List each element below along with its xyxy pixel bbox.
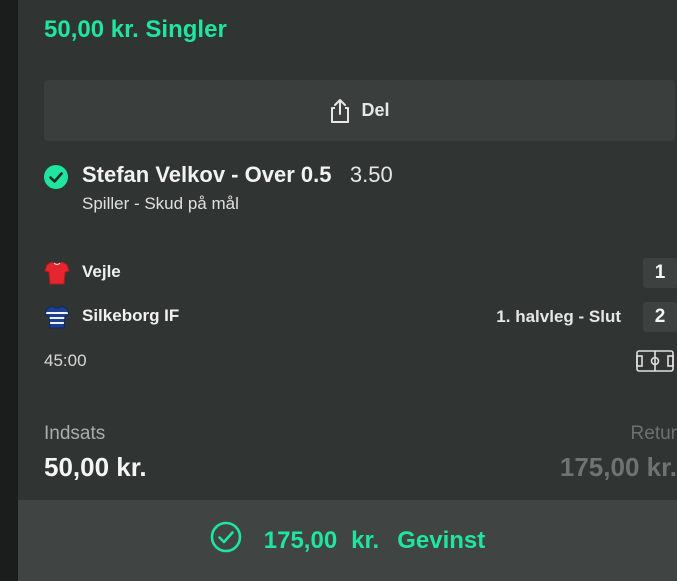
share-button[interactable]: Del	[44, 80, 675, 141]
win-currency: kr.	[351, 526, 380, 554]
selection-odds: 3.50	[349, 162, 393, 187]
away-team-name: Silkeborg IF	[82, 306, 180, 325]
home-score: 1	[643, 258, 677, 288]
check-circle-icon	[44, 165, 68, 189]
selection-market: Spiller - Skud på mål	[82, 194, 239, 213]
check-circle-outline-icon	[210, 521, 242, 560]
return-label: Retur	[630, 423, 677, 444]
away-score: 2	[643, 302, 677, 332]
stake-value: 50,00 kr.	[44, 452, 147, 482]
match-clock: 45:00	[44, 351, 87, 370]
left-edge	[0, 0, 18, 581]
stake-label: Indsats	[44, 423, 106, 444]
selection-name: Stefan Velkov - Over 0.5	[82, 162, 332, 187]
share-icon	[329, 98, 351, 124]
red-shirt-icon	[44, 260, 70, 286]
bet-title: 50,00 kr. Singler	[44, 16, 227, 43]
win-bar: 175,00 kr. Gevinst	[18, 500, 677, 581]
win-label: Gevinst	[397, 526, 486, 554]
bet-card: 50,00 kr. Singler Del Stefan Velkov - Ov…	[18, 0, 677, 581]
team-row-home: Vejle 1	[44, 258, 677, 288]
blue-striped-shirt-icon	[44, 304, 70, 330]
return-value: 175,00 kr.	[559, 452, 677, 482]
home-team-name: Vejle	[82, 262, 121, 281]
pitch-icon[interactable]	[636, 350, 674, 372]
match-period: 1. halvleg - Slut	[496, 307, 621, 326]
selection-header: Stefan Velkov - Over 0.5 3.50	[82, 162, 393, 188]
win-amount: 175,00	[263, 526, 338, 554]
team-row-away: Silkeborg IF 1. halvleg - Slut 2	[44, 302, 677, 332]
share-label: Del	[361, 100, 390, 120]
